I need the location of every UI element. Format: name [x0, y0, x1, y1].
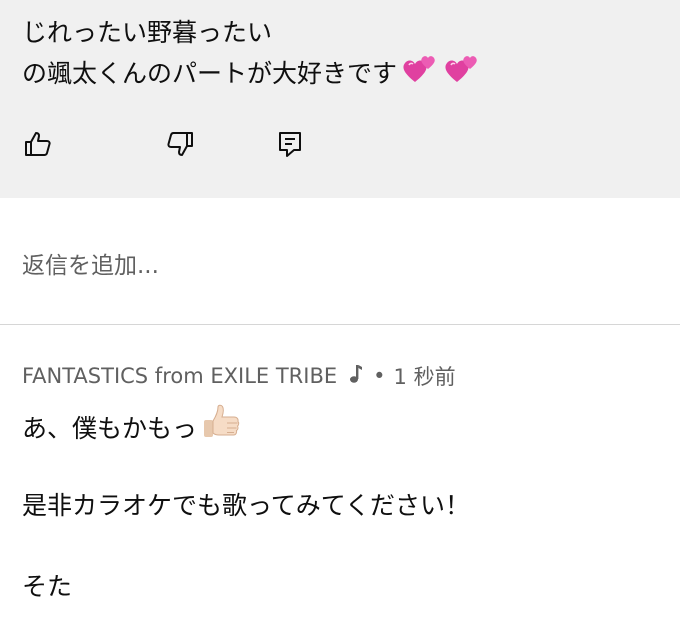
thumbs-down-icon	[165, 129, 195, 163]
reply-line-2: 是非カラオケでも歌ってみてください！	[22, 491, 471, 520]
comment-line-2-text: の颯太くんのパートが大好きです	[22, 59, 398, 88]
dislike-button[interactable]	[162, 128, 198, 164]
add-reply-row: 返信を追加...	[0, 198, 680, 324]
reply-author[interactable]: FANTASTICS from EXILE TRIBE	[22, 364, 337, 388]
comment-line-2: の颯太くんのパートが大好きです	[22, 52, 481, 97]
add-reply-input[interactable]: 返信を追加...	[22, 246, 159, 280]
music-note-icon	[347, 363, 363, 390]
highlighted-comment: じれったい野暮ったい の颯太くんのパートが大好きです	[0, 0, 680, 198]
like-button[interactable]	[20, 128, 56, 164]
reply-line-1: あ、僕もかもっ	[22, 403, 241, 447]
comment-actions	[0, 128, 680, 164]
two-hearts-emoji	[443, 52, 481, 97]
reply-line-1-text: あ、僕もかもっ	[22, 414, 198, 443]
reply-timestamp[interactable]: 1 秒前	[394, 361, 456, 391]
reply-meta: FANTASTICS from EXILE TRIBE • 1 秒前	[22, 361, 456, 391]
reply-line-3: そた	[22, 572, 73, 601]
two-hearts-emoji	[401, 52, 439, 97]
reply-button[interactable]	[272, 128, 308, 164]
thumbs-up-emoji	[201, 403, 241, 447]
comment-line-1: じれったい野暮ったい	[22, 18, 273, 47]
comment-body: じれったい野暮ったい の颯太くんのパートが大好きです	[22, 14, 481, 97]
thumbs-up-icon	[23, 129, 53, 163]
reply-comment: FANTASTICS from EXILE TRIBE • 1 秒前 あ、僕もか…	[0, 325, 680, 625]
meta-separator: •	[373, 364, 386, 388]
comment-reply-icon	[275, 129, 305, 163]
